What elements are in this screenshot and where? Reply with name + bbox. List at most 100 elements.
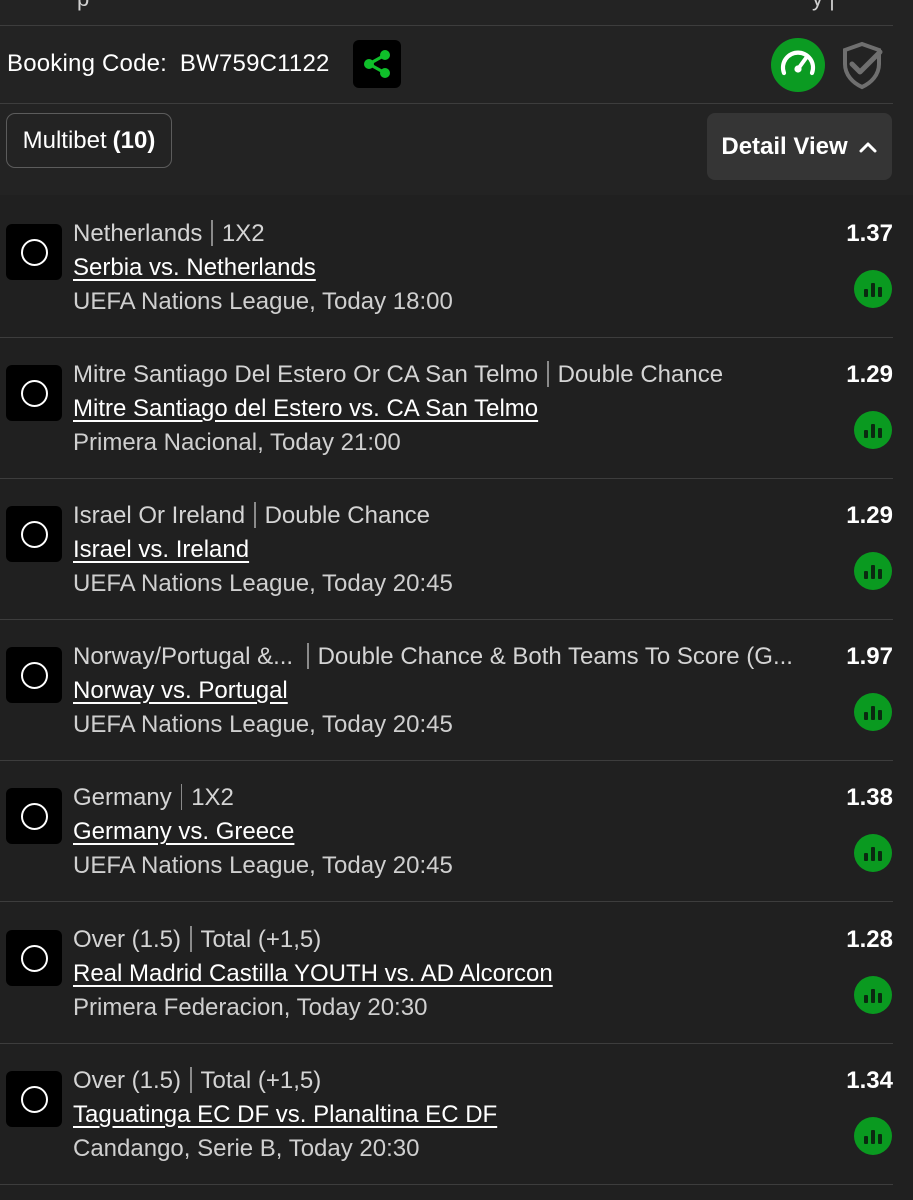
bet-match-link[interactable]: Norway vs. Portugal	[73, 677, 288, 705]
stats-button[interactable]	[854, 411, 892, 449]
bet-select-radio[interactable]	[6, 930, 62, 986]
separator	[190, 926, 192, 952]
divider	[0, 1184, 893, 1185]
stats-button[interactable]	[854, 976, 892, 1014]
booking-code-value[interactable]: BW759C1122	[180, 50, 330, 77]
bet-select-radio[interactable]	[6, 647, 62, 703]
bet-item: Norway/Portugal &... Double Chance & Both…	[0, 620, 893, 761]
bet-league-time: UEFA Nations League, Today 18:00	[73, 288, 453, 315]
booking-code-row: Booking Code: BW759C1122	[7, 50, 330, 78]
bet-item: Over (1.5) Total (+1,5) Real Madrid Casti…	[0, 903, 893, 1044]
separator	[307, 643, 309, 669]
bet-market: Double Chance	[264, 502, 431, 529]
bet-odds: 1.34	[846, 1067, 893, 1094]
stats-button[interactable]	[854, 552, 892, 590]
bet-selection-line: Netherlands 1X2	[73, 220, 265, 248]
separator	[180, 784, 183, 810]
bar-chart-icon	[864, 995, 868, 1003]
bet-odds: 1.29	[846, 502, 893, 529]
bar-chart-icon	[871, 706, 875, 720]
bet-selection-line: Over (1.5) Total (+1,5)	[73, 926, 321, 954]
bar-chart-icon	[878, 710, 882, 720]
radio-circle-icon	[20, 661, 48, 689]
bar-chart-icon	[878, 851, 882, 861]
radio-circle-icon	[20, 944, 48, 972]
share-button[interactable]	[353, 40, 401, 88]
bar-chart-icon	[878, 993, 882, 1003]
bet-selection-line: Mitre Santiago Del Estero Or CA San Telm…	[73, 361, 723, 389]
bet-odds: 1.37	[846, 220, 893, 247]
bet-league-time: Primera Nacional, Today 21:00	[73, 429, 401, 456]
bar-chart-icon	[871, 1130, 875, 1144]
bet-market: 1X2	[191, 784, 234, 811]
bet-selection: Over (1.5)	[73, 1067, 182, 1094]
clipped-text-fragment: p	[77, 0, 89, 12]
bet-selection-line: Germany 1X2	[73, 784, 234, 812]
bet-league-time: UEFA Nations League, Today 20:45	[73, 570, 453, 597]
divider	[0, 901, 893, 902]
bet-market: Total (+1,5)	[200, 926, 322, 953]
separator	[190, 1067, 192, 1093]
bar-chart-icon	[871, 989, 875, 1003]
bet-selection: Israel Or Ireland	[73, 502, 246, 529]
divider	[0, 103, 893, 104]
odds-boost-button[interactable]	[771, 38, 825, 92]
divider	[0, 25, 893, 26]
stats-button[interactable]	[854, 693, 892, 731]
speedometer-icon	[780, 50, 816, 76]
radio-circle-icon	[20, 802, 48, 830]
bet-match-link[interactable]: Serbia vs. Netherlands	[73, 254, 316, 282]
bar-chart-icon	[871, 283, 875, 297]
bar-chart-icon	[878, 569, 882, 579]
bet-match-link[interactable]: Real Madrid Castilla YOUTH vs. AD Alcorc…	[73, 960, 553, 988]
bar-chart-icon	[864, 289, 868, 297]
bar-chart-icon	[878, 428, 882, 438]
bet-select-radio[interactable]	[6, 365, 62, 421]
bar-chart-icon	[878, 1134, 882, 1144]
bet-league-time: UEFA Nations League, Today 20:45	[73, 852, 453, 879]
bet-select-radio[interactable]	[6, 1071, 62, 1127]
separator	[211, 220, 213, 246]
shield-check-icon	[843, 41, 883, 90]
bet-selection: Norway/Portugal &...	[73, 643, 294, 670]
bet-item: Germany 1X2 Germany vs. Greece UEFA Natio…	[0, 761, 893, 902]
bet-market: 1X2	[221, 220, 265, 247]
stats-button[interactable]	[854, 270, 892, 308]
radio-circle-icon	[20, 520, 48, 548]
bet-market: Total (+1,5)	[200, 1067, 322, 1094]
bar-chart-icon	[864, 1136, 868, 1144]
stats-button[interactable]	[854, 834, 892, 872]
clipped-text-fragment: y |	[812, 0, 835, 12]
stats-button[interactable]	[854, 1117, 892, 1155]
bet-item: Netherlands 1X2 Serbia vs. Netherlands UE…	[0, 197, 893, 338]
bar-chart-icon	[871, 424, 875, 438]
bet-match-link[interactable]: Israel vs. Ireland	[73, 536, 249, 564]
multibet-tab[interactable]: Multibet (10)	[6, 113, 172, 168]
bet-selection: Germany	[73, 784, 172, 811]
bet-match-link[interactable]: Germany vs. Greece	[73, 818, 294, 846]
bet-item: Over (1.5) Total (+1,5) Taguatinga EC DF …	[0, 1044, 893, 1185]
radio-circle-icon	[20, 238, 48, 266]
bet-selection: Mitre Santiago Del Estero Or CA San Telm…	[73, 361, 539, 388]
bet-match-link[interactable]: Mitre Santiago del Estero vs. CA San Tel…	[73, 395, 538, 423]
bet-selection-line: Norway/Portugal &... Double Chance & Both…	[73, 643, 793, 671]
bar-chart-icon	[864, 712, 868, 720]
multibet-label: Multibet	[22, 126, 107, 154]
bet-select-radio[interactable]	[6, 506, 62, 562]
bet-league-time: Primera Federacion, Today 20:30	[73, 994, 428, 1021]
bet-odds: 1.97	[846, 643, 893, 670]
bet-league-time: Candango, Serie B, Today 20:30	[73, 1135, 420, 1162]
bet-select-radio[interactable]	[6, 224, 62, 280]
radio-circle-icon	[20, 1085, 48, 1113]
separator	[547, 361, 549, 387]
bet-select-radio[interactable]	[6, 788, 62, 844]
bet-insurance-button[interactable]	[835, 38, 889, 92]
bet-market: Double Chance & Both Teams To Score (G..…	[317, 643, 793, 670]
detail-view-toggle[interactable]: Detail View	[707, 113, 892, 180]
booking-code-label: Booking Code:	[7, 50, 168, 77]
separator	[254, 502, 256, 528]
bar-chart-icon	[864, 430, 868, 438]
bet-selection-line: Israel Or Ireland Double Chance	[73, 502, 430, 530]
bet-match-link[interactable]: Taguatinga EC DF vs. Planaltina EC DF	[73, 1101, 497, 1129]
top-strip-partial: p y |	[0, 0, 913, 25]
